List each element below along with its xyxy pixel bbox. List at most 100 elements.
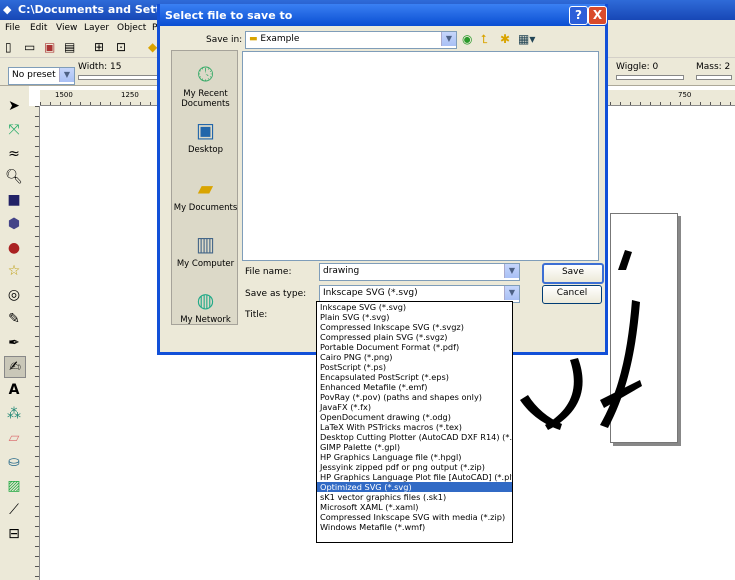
pencil-tool-icon[interactable]: ✎: [4, 309, 24, 329]
views-menu-icon[interactable]: ▦▾: [518, 32, 535, 46]
place-label: Desktop: [187, 145, 224, 155]
save-type-option[interactable]: Jessyink zipped pdf or png output (*.zip…: [317, 462, 512, 472]
connector-tool-icon[interactable]: ⊟: [4, 524, 24, 544]
save-type-option[interactable]: LaTeX With PSTricks macros (*.tex): [317, 422, 512, 432]
save-in-label: Save in:: [206, 35, 243, 45]
save-type-option[interactable]: Compressed Inkscape SVG (*.svgz): [317, 322, 512, 332]
chevron-down-icon: ▼: [504, 264, 519, 278]
save-type-option[interactable]: OpenDocument drawing (*.odg): [317, 412, 512, 422]
ruler-tick-label: 1250: [121, 91, 139, 99]
save-type-option[interactable]: Compressed plain SVG (*.svgz): [317, 332, 512, 342]
dialog-title-bar: Select file to save to ? X: [160, 4, 607, 26]
eraser-tool-icon[interactable]: ▱: [4, 428, 24, 448]
save-type-option[interactable]: JavaFX (*.fx): [317, 402, 512, 412]
file-name-input[interactable]: drawing ▼: [319, 263, 520, 281]
file-list[interactable]: [242, 51, 599, 261]
menu-object[interactable]: Object: [117, 23, 146, 33]
ellipse-tool-icon[interactable]: ●: [4, 238, 24, 258]
save-type-option[interactable]: HP Graphics Language file (*.hpgl): [317, 452, 512, 462]
menu-view[interactable]: View: [56, 23, 77, 33]
save-in-value: Example: [260, 34, 300, 44]
preset-select[interactable]: No preset ▼: [8, 67, 75, 85]
save-as-type-value: Inkscape SVG (*.svg): [323, 288, 418, 298]
ruler-tick-label: 1500: [55, 91, 73, 99]
paint-bucket-tool-icon[interactable]: ⛀: [4, 452, 24, 472]
save-type-option[interactable]: Compressed Inkscape SVG with media (*.zi…: [317, 512, 512, 522]
dropper-tool-icon[interactable]: ⟋: [4, 500, 24, 520]
new-document-icon[interactable]: ▯: [5, 40, 12, 54]
place-recent[interactable]: 🕓︎ My Recent Documents: [172, 61, 239, 109]
inkscape-app-icon: ◆: [3, 3, 12, 16]
save-type-option[interactable]: Windows Metafile (*.wmf): [317, 522, 512, 532]
new-folder-icon[interactable]: ✱: [500, 32, 510, 46]
close-button[interactable]: X: [588, 6, 607, 25]
folder-icon: ▬: [249, 34, 258, 44]
pen-tool-icon[interactable]: ✒: [4, 333, 24, 353]
save-type-option[interactable]: Portable Document Format (*.pdf): [317, 342, 512, 352]
menu-file[interactable]: File: [5, 23, 20, 33]
save-as-type-label: Save as type:: [245, 289, 307, 299]
save-type-option[interactable]: Plain SVG (*.svg): [317, 312, 512, 322]
save-type-option[interactable]: Cairo PNG (*.png): [317, 352, 512, 362]
calligraphy-tool-icon[interactable]: ✍: [4, 356, 26, 378]
open-icon[interactable]: ▭: [24, 40, 35, 54]
undo-icon[interactable]: ◆: [148, 40, 157, 54]
menu-edit[interactable]: Edit: [30, 23, 47, 33]
3d-box-tool-icon[interactable]: ⬢: [4, 214, 24, 234]
chevron-down-icon: ▼: [441, 32, 456, 46]
network-globe-icon: ◍: [196, 288, 215, 312]
mass-label: Mass: 2: [696, 62, 731, 72]
star-tool-icon[interactable]: ☆: [4, 261, 24, 281]
tweak-tool-icon[interactable]: ≈: [4, 144, 24, 164]
title-label: Title:: [245, 310, 268, 320]
desktop-icon: ▣: [196, 118, 215, 142]
width-slider[interactable]: [78, 75, 158, 80]
zoom-tool-icon[interactable]: 🔍︎: [4, 167, 24, 187]
dialog-title: Select file to save to: [165, 9, 293, 22]
folder-icon: ▰: [197, 176, 214, 200]
place-desktop[interactable]: ▣ Desktop: [172, 117, 239, 155]
save-type-option[interactable]: Inkscape SVG (*.svg): [317, 302, 512, 312]
help-button[interactable]: ?: [569, 6, 588, 25]
export-icon[interactable]: ⊡: [116, 40, 126, 54]
text-tool-icon[interactable]: A: [4, 380, 24, 400]
cancel-button[interactable]: Cancel: [542, 285, 602, 304]
selector-tool-icon[interactable]: ➤: [4, 96, 24, 116]
place-my-network[interactable]: ◍ My Network: [172, 287, 239, 325]
mass-slider[interactable]: [696, 75, 732, 80]
save-type-option[interactable]: HP Graphics Language Plot file [AutoCAD]…: [317, 472, 512, 482]
node-tool-icon[interactable]: ⤧: [4, 120, 24, 140]
gradient-tool-icon[interactable]: ▨: [4, 476, 24, 496]
chevron-down-icon: ▼: [59, 68, 74, 82]
place-label: My Computer: [176, 259, 235, 269]
save-type-option[interactable]: Enhanced Metafile (*.emf): [317, 382, 512, 392]
places-bar: 🕓︎ My Recent Documents ▣ Desktop ▰ My Docum…: [171, 50, 238, 325]
save-icon[interactable]: ▣: [44, 40, 55, 54]
save-type-option[interactable]: PovRay (*.pov) (paths and shapes only): [317, 392, 512, 402]
save-type-option[interactable]: sK1 vector graphics files (.sk1): [317, 492, 512, 502]
save-type-option[interactable]: Desktop Cutting Plotter (AutoCAD DXF R14…: [317, 432, 512, 442]
save-type-option[interactable]: Encapsulated PostScript (*.eps): [317, 372, 512, 382]
place-my-computer[interactable]: ▥ My Computer: [172, 231, 239, 269]
clock-icon: 🕓︎: [197, 62, 214, 86]
save-button[interactable]: Save: [542, 263, 604, 284]
save-type-option[interactable]: Optimized SVG (*.svg): [317, 482, 512, 492]
back-icon[interactable]: ◉: [462, 32, 472, 46]
place-my-documents[interactable]: ▰ My Documents: [172, 175, 239, 213]
spray-tool-icon[interactable]: ⁂: [4, 404, 24, 424]
toolbox: ➤ ⤧ ≈ 🔍︎ ■ ⬢ ● ☆ ◎ ✎ ✒ ✍ A ⁂ ▱ ⛀ ▨ ⟋ ⊟: [0, 86, 29, 580]
rectangle-tool-icon[interactable]: ■: [4, 190, 24, 210]
up-folder-icon[interactable]: ⮤: [481, 32, 488, 47]
wiggle-label: Wiggle: 0: [616, 62, 659, 72]
place-label: My Documents: [173, 203, 238, 213]
print-icon[interactable]: ▤: [64, 40, 75, 54]
import-icon[interactable]: ⊞: [94, 40, 104, 54]
save-type-option[interactable]: GIMP Palette (*.gpl): [317, 442, 512, 452]
save-type-option[interactable]: PostScript (*.ps): [317, 362, 512, 372]
save-type-option[interactable]: Microsoft XAML (*.xaml): [317, 502, 512, 512]
menu-layer[interactable]: Layer: [84, 23, 109, 33]
wiggle-slider[interactable]: [616, 75, 684, 80]
width-label: Width: 15: [78, 62, 122, 72]
spiral-tool-icon[interactable]: ◎: [4, 285, 24, 305]
save-in-select[interactable]: ▬ Example ▼: [245, 31, 457, 49]
